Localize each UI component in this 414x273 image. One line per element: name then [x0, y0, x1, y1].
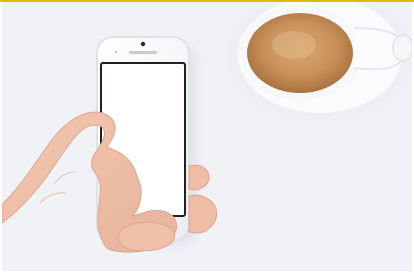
image-frame [0, 0, 414, 273]
photo [2, 2, 412, 271]
photo-illustration [2, 2, 412, 271]
